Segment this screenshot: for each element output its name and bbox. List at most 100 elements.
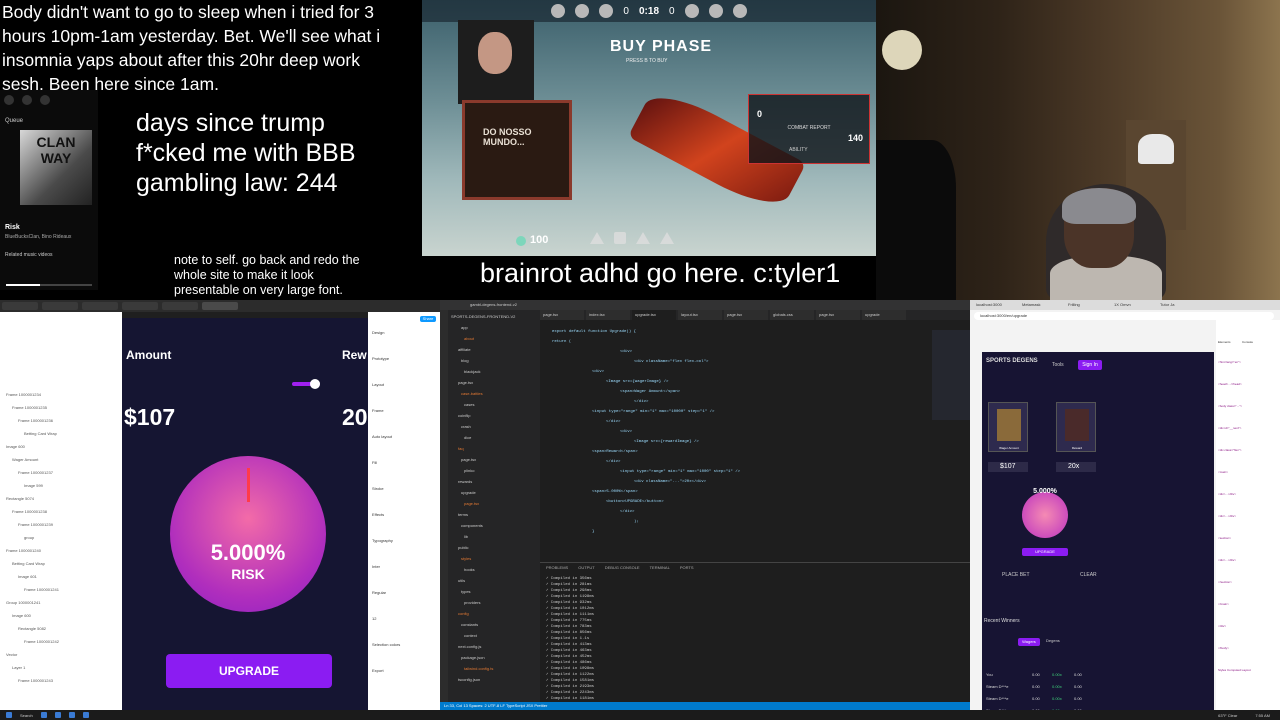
next-icon[interactable]	[40, 95, 50, 105]
explorer-item[interactable]: lib	[464, 534, 468, 540]
editor-tab[interactable]: globals.css	[770, 310, 814, 320]
app-icon[interactable]	[68, 712, 75, 718]
dom-node[interactable]: </section>	[1218, 580, 1278, 585]
layer-item[interactable]: group	[24, 535, 34, 541]
layer-item[interactable]: Frame 1000001240	[6, 548, 41, 554]
layer-item[interactable]: Layer 1	[12, 665, 25, 671]
explorer-item[interactable]: app	[461, 325, 468, 331]
browser-tab[interactable]: Tutor Ja	[1160, 300, 1204, 310]
clear-button[interactable]: CLEAR	[1080, 572, 1097, 578]
upgrade-button[interactable]: UPGRADE	[1022, 548, 1068, 556]
taskbar-search[interactable]: Search	[20, 713, 33, 718]
dom-node[interactable]: </main>	[1218, 602, 1278, 607]
figma-tab[interactable]	[42, 302, 78, 310]
dom-node[interactable]: <body class="...">	[1218, 404, 1278, 409]
layer-item[interactable]: Image 600	[6, 444, 25, 450]
layer-item[interactable]: Betting Card Wrap	[24, 431, 57, 437]
layer-item[interactable]: Rectangle 5082	[18, 626, 46, 632]
browser-tab[interactable]: localhost:3000	[976, 300, 1020, 310]
explorer-item[interactable]: public	[458, 545, 468, 551]
browser-tab[interactable]: Frilling	[1068, 300, 1112, 310]
terminal-tab[interactable]: TERMINAL	[650, 565, 670, 570]
explorer-item[interactable]: blog	[461, 358, 469, 364]
explorer-item[interactable]: page.tsx	[464, 501, 479, 507]
place-bet-label[interactable]: PLACE BET	[1002, 572, 1030, 578]
layer-item[interactable]: Vector	[6, 652, 17, 658]
code-area[interactable]: export default function Upgrade() { retu…	[552, 330, 932, 560]
layer-item[interactable]: Frame 1000001239	[18, 522, 53, 528]
editor-tab[interactable]: layout.tsx	[678, 310, 722, 320]
terminal-tab[interactable]: OUTPUT	[578, 565, 594, 570]
dom-node[interactable]: <div>...</div>	[1218, 514, 1278, 519]
start-icon[interactable]	[6, 712, 12, 718]
playback-progress[interactable]	[6, 284, 92, 286]
explorer-item[interactable]: cases	[464, 402, 474, 408]
explorer-item[interactable]: plinko	[464, 468, 474, 474]
address-bar[interactable]: localhost:3000/en/upgrade	[974, 312, 1274, 320]
explorer-item[interactable]: blackjack	[464, 369, 480, 375]
site-logo[interactable]: SPORTS DEGENS	[986, 358, 1038, 364]
code-editor[interactable]: page.tsx index.tsx upgrade.tsx layout.tsx pa…	[540, 310, 970, 562]
degens-tab[interactable]: Degens	[1046, 638, 1060, 643]
editor-tab[interactable]: page.tsx	[724, 310, 768, 320]
dom-node[interactable]: <main>	[1218, 470, 1278, 475]
explorer-item[interactable]: dice	[464, 435, 471, 441]
terminal-tab[interactable]: PORTS	[680, 565, 694, 570]
layer-item[interactable]: Frame 1000001237	[18, 470, 53, 476]
layer-item[interactable]: Rectangle 5074	[6, 496, 34, 502]
sign-in-button[interactable]: Sign In	[1078, 360, 1102, 370]
explorer-item[interactable]: styles	[461, 556, 471, 562]
figma-tab[interactable]	[162, 302, 198, 310]
layer-item[interactable]: Frame 1000001234	[6, 392, 41, 398]
explorer-item[interactable]: page.tsx	[458, 380, 473, 386]
explorer-item[interactable]: crash	[461, 424, 471, 430]
reward-card[interactable]: Reward	[1056, 402, 1096, 452]
terminal-tab[interactable]: PROBLEMS	[546, 565, 568, 570]
layer-item[interactable]: Group 1000001241	[6, 600, 40, 606]
editor-tab[interactable]: index.tsx	[586, 310, 630, 320]
explorer-item[interactable]: upgrade	[461, 490, 476, 496]
upgrade-button[interactable]: UPGRADE	[166, 654, 332, 688]
explorer-item[interactable]: coinflip	[458, 413, 470, 419]
layer-item[interactable]: Frame 1000001241	[24, 587, 59, 593]
explorer-item[interactable]: case-battles	[461, 391, 483, 397]
share-button[interactable]: Share	[420, 316, 436, 322]
track-artist[interactable]: BlueBucksClan, Bino Rideaux	[5, 234, 71, 240]
dom-node[interactable]: Styles Computed Layout	[1218, 668, 1278, 673]
terminal-panel[interactable]: PROBLEMS OUTPUT DEBUG CONSOLE TERMINAL PORTS…	[540, 562, 970, 702]
weather-widget[interactable]: 63°F Clear	[1218, 713, 1247, 718]
explorer-item[interactable]: faq	[458, 446, 464, 452]
layer-item[interactable]: Image 601	[18, 574, 37, 580]
explorer-item[interactable]: package.json	[461, 655, 485, 661]
explorer-item[interactable]: terms	[458, 512, 468, 518]
wagers-tab[interactable]: Wagers	[1018, 638, 1040, 646]
terminal-tab[interactable]: DEBUG CONSOLE	[605, 565, 640, 570]
clock[interactable]: 7:55 AM	[1255, 713, 1280, 718]
dom-node[interactable]: </body>	[1218, 646, 1278, 651]
layer-item[interactable]: Frame 1000001243	[18, 678, 53, 684]
layer-item[interactable]: Frame 1000001235	[12, 405, 47, 411]
layer-item[interactable]: Image 599	[24, 483, 43, 489]
track-title[interactable]: Risk	[5, 224, 20, 231]
minimap[interactable]	[932, 330, 970, 420]
editor-tab[interactable]: upgrade.tsx	[632, 310, 676, 320]
dom-node[interactable]: <div class="flex">	[1218, 448, 1278, 453]
figma-tab-active[interactable]	[202, 302, 238, 310]
explorer-item[interactable]: hooks	[464, 567, 475, 573]
dom-node[interactable]: <head>...</head>	[1218, 382, 1278, 387]
browser-tab[interactable]: Metamask	[1022, 300, 1066, 310]
layer-item[interactable]: Frame 1000001236	[18, 418, 53, 424]
amount-input[interactable]: $107	[988, 462, 1028, 472]
explorer-item[interactable]: providers	[464, 600, 480, 606]
figma-tab[interactable]	[82, 302, 118, 310]
figma-tab[interactable]	[2, 302, 38, 310]
dom-node[interactable]: <div id="__next">	[1218, 426, 1278, 431]
explorer-item[interactable]: utils	[458, 578, 465, 584]
explorer-item[interactable]: components	[461, 523, 483, 529]
shuffle-icon[interactable]	[4, 95, 14, 105]
app-icon[interactable]	[40, 712, 47, 718]
wager-card[interactable]: Wager Amount	[988, 402, 1028, 452]
figma-tab[interactable]	[122, 302, 158, 310]
upgrade-frame[interactable]: Amount Rew $107 20 5.000% RISK UPGRADE	[122, 318, 368, 710]
explorer-item[interactable]: constants	[461, 622, 478, 628]
